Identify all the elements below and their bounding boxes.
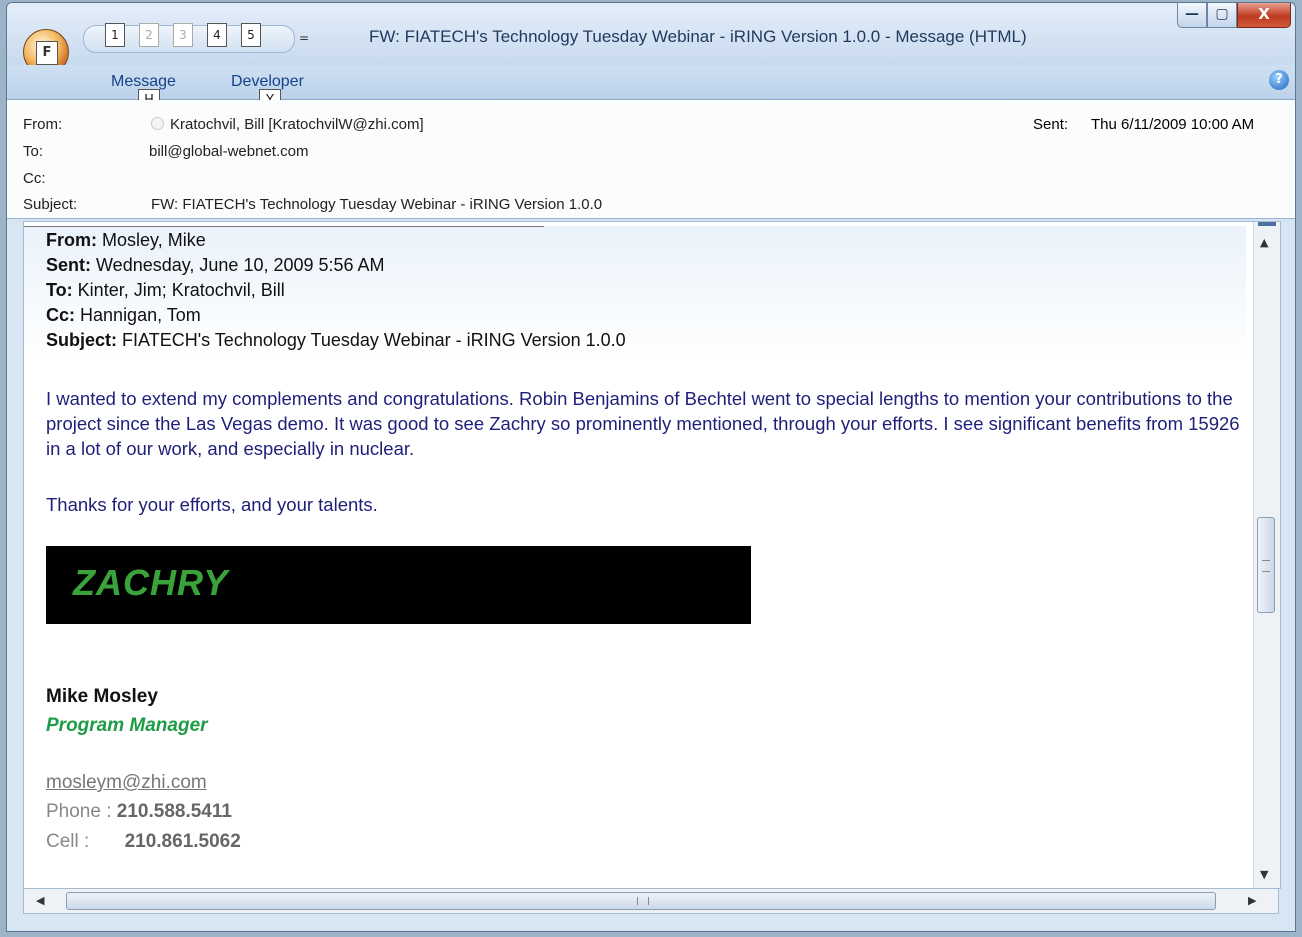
ribbon-tabs: Message H Developer Y ? [7, 65, 1295, 113]
qat-save-keytip[interactable]: 1 [105, 23, 125, 47]
fw-to-value: Kinter, Jim; Kratochvil, Bill [77, 280, 285, 300]
vertical-scrollbar[interactable]: ▲ ▼ [1253, 222, 1280, 888]
to-value[interactable]: bill@global-webnet.com [149, 143, 308, 160]
fw-cc-label: Cc: [46, 305, 76, 325]
fw-to: To: Kinter, Jim; Kratochvil, Bill [46, 280, 285, 301]
subject-value: FW: FIATECH's Technology Tuesday Webinar… [151, 196, 603, 213]
body-paragraph-1: I wanted to extend my complements and co… [46, 388, 1240, 459]
close-icon: X [1258, 5, 1270, 23]
fw-subject-label: Subject: [46, 330, 118, 350]
fw-from-label: From: [46, 230, 97, 250]
qat-previous-keytip[interactable]: 4 [207, 23, 227, 47]
help-icon[interactable]: ? [1269, 70, 1289, 90]
title-bar: F 1 2 3 4 5 = FW: FIATECH's Technology T… [7, 3, 1295, 75]
scroll-right-icon[interactable]: ▶ [1248, 894, 1256, 907]
scroll-down-icon[interactable]: ▼ [1260, 868, 1268, 881]
signature-title: Program Manager [46, 715, 208, 736]
fw-to-label: To: [46, 280, 73, 300]
close-button[interactable]: X [1237, 3, 1291, 28]
subject-label: Subject: [23, 196, 78, 213]
from-address: Kratochvil, Bill [KratochvilW@zhi.com] [170, 116, 424, 133]
message-body: From: Mosley, Mike Sent: Wednesday, June… [24, 222, 1250, 888]
separator-line [24, 226, 544, 227]
horizontal-scrollbar[interactable]: ◀ ▶ [23, 888, 1279, 914]
maximize-icon: ▢ [1215, 6, 1229, 22]
fw-cc-value: Hannigan, Tom [80, 305, 201, 325]
fw-cc: Cc: Hannigan, Tom [46, 305, 201, 326]
zachry-logo: ZACHRY [46, 546, 751, 624]
vertical-scroll-thumb[interactable] [1257, 517, 1275, 613]
cell-label: Cell : [46, 831, 90, 852]
fw-sent: Sent: Wednesday, June 10, 2009 5:56 AM [46, 255, 385, 276]
grip-icon [1262, 560, 1270, 572]
fw-subject-value: FIATECH's Technology Tuesday Webinar - i… [122, 330, 626, 350]
qat-customize-icon[interactable]: = [299, 31, 309, 45]
horizontal-scroll-thumb[interactable] [66, 892, 1216, 910]
logo-text: ZACHRY [73, 562, 229, 603]
office-button-keytip: F [36, 41, 58, 65]
fw-sent-value: Wednesday, June 10, 2009 5:56 AM [96, 255, 385, 275]
window-title: FW: FIATECH's Technology Tuesday Webinar… [369, 27, 1027, 46]
from-value[interactable]: Kratochvil, Bill [KratochvilW@zhi.com] [151, 116, 424, 133]
phone-value: 210.588.5411 [116, 801, 232, 822]
sent-label: Sent: [1033, 116, 1069, 133]
scroll-up-icon[interactable]: ▲ [1260, 236, 1268, 249]
maximize-button[interactable]: ▢ [1207, 3, 1237, 28]
signature-email-link[interactable]: mosleym@zhi.com [46, 772, 207, 794]
minimize-icon: — [1185, 6, 1199, 22]
qat-next-keytip[interactable]: 5 [241, 23, 261, 47]
fw-sent-label: Sent: [46, 255, 91, 275]
signature-name: Mike Mosley [46, 686, 158, 707]
presence-icon [151, 117, 164, 130]
sent-value: Thu 6/11/2009 10:00 AM [1091, 116, 1255, 133]
forwarded-header: From: Mosley, Mike Sent: Wednesday, June… [24, 226, 1246, 361]
window-controls: — ▢ X [1177, 3, 1291, 30]
scroll-position-marker [1258, 222, 1276, 226]
fw-subject: Subject: FIATECH's Technology Tuesday We… [46, 330, 626, 351]
message-window: F 1 2 3 4 5 = FW: FIATECH's Technology T… [6, 2, 1296, 932]
phone-label: Phone : [46, 801, 112, 822]
scroll-left-icon[interactable]: ◀ [36, 894, 44, 907]
message-header: From: Kratochvil, Bill [KratochvilW@zhi.… [7, 100, 1295, 219]
signature-cell: Cell : 210.861.5062 [46, 831, 241, 853]
minimize-button[interactable]: — [1177, 3, 1207, 28]
cell-value: 210.861.5062 [124, 831, 241, 852]
grip-icon [637, 897, 649, 905]
to-label: To: [23, 143, 44, 160]
body-paragraph-2: Thanks for your efforts, and your talent… [46, 494, 378, 515]
cc-label: Cc: [23, 170, 46, 187]
from-label: From: [23, 116, 63, 133]
fw-from-value: Mosley, Mike [102, 230, 206, 250]
fw-from: From: Mosley, Mike [46, 230, 206, 251]
qat-undo-keytip[interactable]: 2 [139, 23, 159, 47]
message-body-pane[interactable]: From: Mosley, Mike Sent: Wednesday, June… [23, 221, 1281, 889]
signature-phone: Phone : 210.588.5411 [46, 801, 232, 823]
qat-redo-keytip[interactable]: 3 [173, 23, 193, 47]
